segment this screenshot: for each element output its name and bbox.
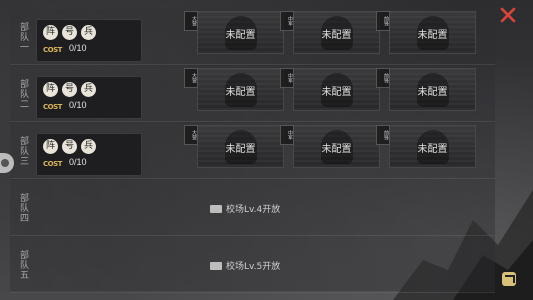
slot-camp[interactable]: 未配置 <box>197 68 284 111</box>
cost-value: 0/10 <box>69 43 87 53</box>
slot-center[interactable]: 未配置 <box>293 11 380 54</box>
slot-status: 未配置 <box>225 87 256 98</box>
slot-status: 未配置 <box>225 144 256 155</box>
troop-row-4: 部队四 校场Lv.4开放 <box>10 180 495 236</box>
formation-card[interactable]: 阵 号 兵 COST 0/10 <box>36 133 142 176</box>
position-tag: 前锋 <box>376 125 390 145</box>
slot-status: 未配置 <box>417 144 448 155</box>
slot-camp[interactable]: 未配置 <box>197 125 284 168</box>
slot-status: 未配置 <box>417 30 448 41</box>
cost-icon: COST <box>43 160 62 168</box>
position-tag: 中军 <box>280 11 294 31</box>
position-tag: 大营 <box>184 125 198 145</box>
troop-chip: 兵 <box>81 139 96 154</box>
horn-chip: 号 <box>62 82 77 97</box>
position-tag: 中军 <box>280 125 294 145</box>
lock-icon <box>210 204 222 213</box>
troop-chip: 兵 <box>81 25 96 40</box>
slot-status: 未配置 <box>417 87 448 98</box>
troop-row-3: 部队三 阵 号 兵 COST 0/10 未配置 大营 未配置 中军 未配置 前锋 <box>10 123 495 179</box>
cost-icon: COST <box>43 103 62 111</box>
troop-row-1: 部队一 阵 号 兵 COST 0/10 未配置 大营 未配置 中军 未配置 前锋 <box>10 9 495 65</box>
troop-label: 部队一 <box>18 22 28 52</box>
slot-center[interactable]: 未配置 <box>293 68 380 111</box>
cost-value: 0/10 <box>69 100 87 110</box>
position-tag: 大营 <box>184 11 198 31</box>
formation-chip: 阵 <box>43 25 58 40</box>
troop-label: 部队三 <box>18 136 28 166</box>
slot-vanguard[interactable]: 未配置 <box>389 125 476 168</box>
formation-chip: 阵 <box>43 139 58 154</box>
close-icon[interactable] <box>498 5 518 25</box>
slot-status: 未配置 <box>321 144 352 155</box>
troop-row-2: 部队二 阵 号 兵 COST 0/10 未配置 大营 未配置 中军 未配置 前锋 <box>10 66 495 122</box>
unlock-hint: 校场Lv.5开放 <box>210 259 280 272</box>
cost-value: 0/10 <box>69 157 87 167</box>
troop-label: 部队二 <box>18 79 28 109</box>
slot-vanguard[interactable]: 未配置 <box>389 68 476 111</box>
troop-label: 部队四 <box>18 193 28 223</box>
cost-icon: COST <box>43 46 62 54</box>
troop-row-5: 部队五 校场Lv.5开放 <box>10 237 495 293</box>
position-tag: 前锋 <box>376 11 390 31</box>
unlock-text: 校场Lv.5开放 <box>226 262 281 272</box>
position-tag: 大营 <box>184 68 198 88</box>
lock-icon <box>210 261 222 270</box>
position-tag: 中军 <box>280 68 294 88</box>
position-tag: 前锋 <box>376 68 390 88</box>
troop-label: 部队五 <box>18 250 28 280</box>
slot-status: 未配置 <box>225 30 256 41</box>
troop-chip: 兵 <box>81 82 96 97</box>
slot-center[interactable]: 未配置 <box>293 125 380 168</box>
formation-card[interactable]: 阵 号 兵 COST 0/10 <box>36 19 142 62</box>
slot-vanguard[interactable]: 未配置 <box>389 11 476 54</box>
slot-status: 未配置 <box>321 87 352 98</box>
formation-chip: 阵 <box>43 82 58 97</box>
share-icon[interactable] <box>502 272 516 286</box>
formation-card[interactable]: 阵 号 兵 COST 0/10 <box>36 76 142 119</box>
horn-chip: 号 <box>62 25 77 40</box>
unlock-text: 校场Lv.4开放 <box>226 205 281 215</box>
slot-camp[interactable]: 未配置 <box>197 11 284 54</box>
horn-chip: 号 <box>62 139 77 154</box>
slot-status: 未配置 <box>321 30 352 41</box>
unlock-hint: 校场Lv.4开放 <box>210 202 280 215</box>
